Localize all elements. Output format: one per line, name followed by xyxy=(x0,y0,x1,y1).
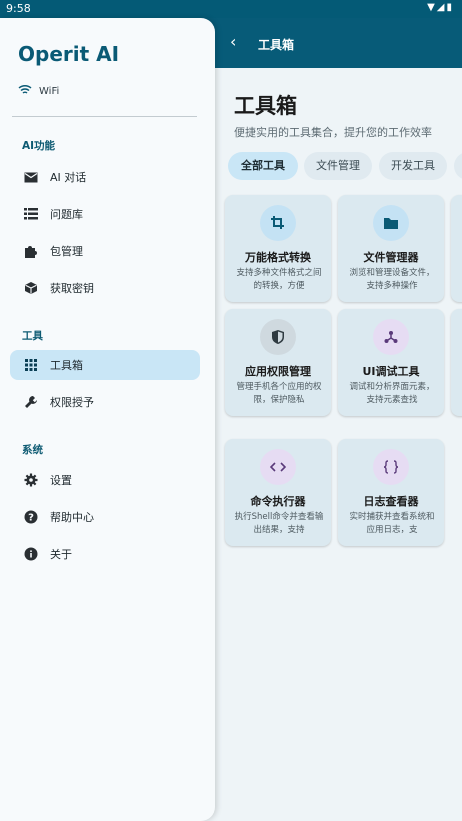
tool-card-app-permissions[interactable]: 应用权限管理 管理手机各个应用的权限，保护隐私 xyxy=(225,309,331,416)
tool-card-command-runner[interactable]: 命令执行器 执行Shell命令并查看输出结果，支持 xyxy=(225,439,331,546)
section-system: 系统 xyxy=(22,444,43,456)
nav-label: 权限授予 xyxy=(50,396,94,409)
toolbox-content: 工具箱 便捷实用的工具集合，提升您的工作效率 全部工具 文件管理 开发工具 万能… xyxy=(216,68,462,821)
tool-name: 文件管理器 xyxy=(363,251,419,264)
svg-text:?: ? xyxy=(28,513,34,524)
nav-item-ai-chat[interactable]: AI 对话 xyxy=(10,162,200,192)
topbar-title: 工具箱 xyxy=(258,38,295,52)
puzzle-icon xyxy=(22,242,40,260)
divider xyxy=(12,116,197,117)
tool-card-partial[interactable] xyxy=(451,195,462,302)
tool-name: 万能格式转换 xyxy=(245,251,311,264)
cube-icon xyxy=(22,279,40,297)
network-status: WiFi xyxy=(18,84,59,98)
nav-label: 问题库 xyxy=(50,208,83,221)
code-icon xyxy=(260,449,296,485)
help-icon: ? xyxy=(22,508,40,526)
nav-label: 获取密钥 xyxy=(50,282,94,295)
navigation-drawer: Operit AI WiFi AI功能 AI 对话 问题库 包管理 获取密钥 工… xyxy=(0,18,215,821)
category-chips: 全部工具 文件管理 开发工具 xyxy=(228,152,462,180)
nav-label: 帮助中心 xyxy=(50,511,94,524)
page-subtitle: 便捷实用的工具集合，提升您的工作效率 xyxy=(234,126,432,139)
nav-item-package-manager[interactable]: 包管理 xyxy=(10,236,200,266)
gear-icon xyxy=(22,471,40,489)
section-ai: AI功能 xyxy=(22,140,56,152)
nav-item-permission-grant[interactable]: 权限授予 xyxy=(10,387,200,417)
chip-dev-tools[interactable]: 开发工具 xyxy=(379,152,447,180)
back-arrow-icon[interactable]: ‹ xyxy=(230,32,236,51)
list-icon xyxy=(22,205,40,223)
nav-item-toolbox[interactable]: 工具箱 xyxy=(10,350,200,380)
nav-item-settings[interactable]: 设置 xyxy=(10,465,200,495)
tool-card-ui-debug[interactable]: UI调试工具 调试和分析界面元素，支持元素查找 xyxy=(338,309,444,416)
nav-item-get-key[interactable]: 获取密钥 xyxy=(10,273,200,303)
battery-icon: ▮ xyxy=(446,2,454,13)
crop-icon xyxy=(260,205,296,241)
tool-card-partial[interactable] xyxy=(451,309,462,416)
tool-name: 日志查看器 xyxy=(363,495,419,508)
nav-item-question-bank[interactable]: 问题库 xyxy=(10,199,200,229)
chip-file-management[interactable]: 文件管理 xyxy=(304,152,372,180)
nav-item-about[interactable]: 关于 xyxy=(10,539,200,569)
nav-label: 工具箱 xyxy=(50,359,83,372)
app-name: Operit AI xyxy=(18,42,120,66)
shield-icon xyxy=(260,319,296,355)
tool-name: 应用权限管理 xyxy=(245,365,311,378)
tool-desc: 执行Shell命令并查看输出结果，支持 xyxy=(234,512,324,535)
tool-desc: 浏览和管理设备文件，支持多种操作 xyxy=(349,268,435,291)
info-icon xyxy=(22,545,40,563)
nav-item-help-center[interactable]: ? 帮助中心 xyxy=(10,502,200,532)
mail-icon xyxy=(22,168,40,186)
hierarchy-icon xyxy=(373,319,409,355)
tool-desc: 支持多种文件格式之间的转换，方便 xyxy=(236,268,322,291)
grid-icon xyxy=(22,356,40,374)
nav-label: 包管理 xyxy=(50,245,83,258)
status-time: 9:58 xyxy=(6,2,31,15)
network-label: WiFi xyxy=(39,85,60,97)
chip-more[interactable] xyxy=(454,152,462,180)
page-title: 工具箱 xyxy=(234,94,297,118)
status-bar: 9:58 ▼◢▮ xyxy=(0,0,462,18)
chip-all-tools[interactable]: 全部工具 xyxy=(228,152,298,180)
tool-name: UI调试工具 xyxy=(362,365,420,378)
folder-icon xyxy=(373,205,409,241)
tool-name: 命令执行器 xyxy=(250,495,306,508)
nav-label: 设置 xyxy=(50,474,72,487)
nav-label: 关于 xyxy=(50,548,72,561)
status-icons: ▼◢▮ xyxy=(427,2,454,13)
tool-desc: 实时捕获并查看系统和应用日志，支 xyxy=(349,512,435,535)
tool-card-file-manager[interactable]: 文件管理器 浏览和管理设备文件，支持多种操作 xyxy=(338,195,444,302)
tool-desc: 管理手机各个应用的权限，保护隐私 xyxy=(236,382,322,405)
section-tools: 工具 xyxy=(22,330,43,342)
tool-card-log-viewer[interactable]: 日志查看器 实时捕获并查看系统和应用日志，支 xyxy=(338,439,444,546)
braces-icon xyxy=(373,449,409,485)
wrench-icon xyxy=(22,393,40,411)
tool-desc: 调试和分析界面元素，支持元素查找 xyxy=(349,382,435,405)
wifi-icon xyxy=(18,84,32,98)
wifi-signal-icon: ▼ xyxy=(427,2,437,13)
tool-card-format-converter[interactable]: 万能格式转换 支持多种文件格式之间的转换，方便 xyxy=(225,195,331,302)
nav-label: AI 对话 xyxy=(50,171,87,184)
